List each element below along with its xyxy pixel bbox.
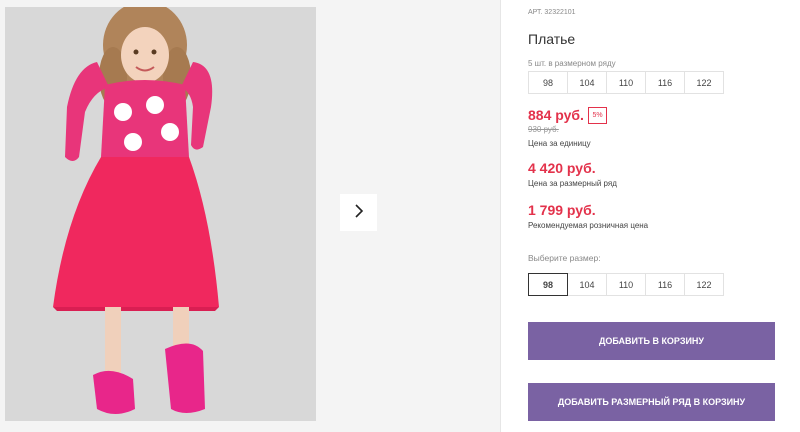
series-size-cell: 122 xyxy=(684,71,724,94)
gallery-next-button[interactable] xyxy=(340,194,377,231)
series-count-caption: 5 шт. в размерном ряду xyxy=(528,59,616,68)
product-photo-illustration xyxy=(5,7,316,421)
chevron-right-icon xyxy=(353,203,365,222)
article-number: АРТ. 32322101 xyxy=(528,9,576,16)
old-price: 930 руб. xyxy=(528,125,559,134)
size-option-104[interactable]: 104 xyxy=(567,273,607,296)
retail-price: 1 799 руб. xyxy=(528,202,596,218)
series-sizes: 98 104 110 116 122 xyxy=(528,71,724,94)
add-to-cart-button[interactable]: ДОБАВИТЬ В КОРЗИНУ xyxy=(528,322,775,360)
series-price: 4 420 руб. xyxy=(528,160,596,176)
choose-size-label: Выберите размер: xyxy=(528,253,601,263)
discount-badge: 5% xyxy=(588,107,607,124)
product-photo[interactable] xyxy=(5,7,316,421)
add-series-to-cart-button[interactable]: ДОБАВИТЬ РАЗМЕРНЫЙ РЯД В КОРЗИНУ xyxy=(528,383,775,421)
retail-price-caption: Рекомендуемая розничная цена xyxy=(528,221,649,230)
series-size-cell: 104 xyxy=(567,71,607,94)
series-size-cell: 98 xyxy=(528,71,568,94)
unit-price-caption: Цена за единицу xyxy=(528,139,591,148)
unit-price: 884 руб. xyxy=(528,107,584,123)
series-size-cell: 110 xyxy=(606,71,646,94)
size-selector: 98 104 110 116 122 xyxy=(528,273,724,296)
size-option-98[interactable]: 98 xyxy=(528,273,568,296)
size-option-116[interactable]: 116 xyxy=(645,273,685,296)
size-option-110[interactable]: 110 xyxy=(606,273,646,296)
product-gallery xyxy=(0,0,501,432)
series-price-caption: Цена за размерный ряд xyxy=(528,179,617,188)
product-title: Платье xyxy=(528,31,576,47)
size-option-122[interactable]: 122 xyxy=(684,273,724,296)
series-size-cell: 116 xyxy=(645,71,685,94)
